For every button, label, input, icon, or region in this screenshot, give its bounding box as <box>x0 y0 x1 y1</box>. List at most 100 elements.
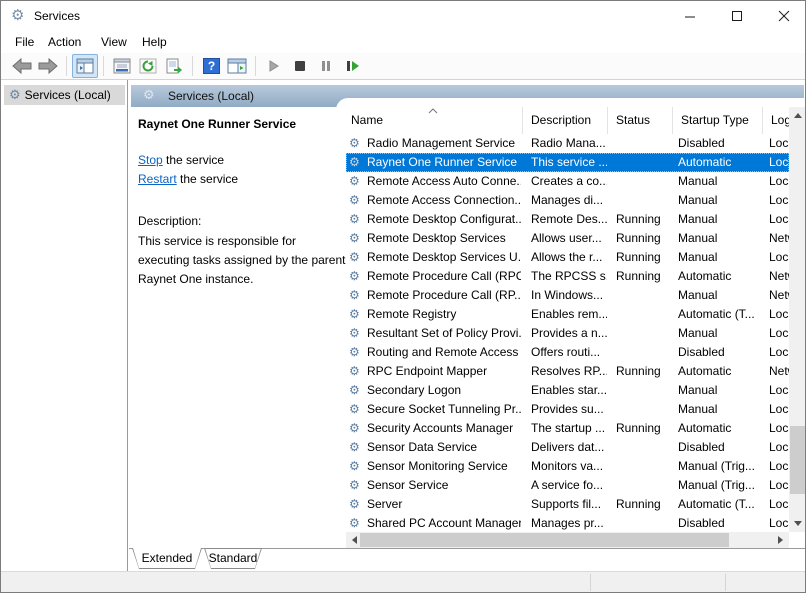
table-row[interactable]: ⚙ServerSupports fil...RunningAutomatic (… <box>346 495 789 514</box>
table-row[interactable]: ⚙Security Accounts ManagerThe startup ..… <box>346 419 789 438</box>
stop-service-link[interactable]: Stop <box>138 153 163 167</box>
table-row[interactable]: ⚙Routing and Remote AccessOffers routi..… <box>346 343 789 362</box>
show-action-pane-icon[interactable] <box>224 54 250 78</box>
maximize-button[interactable] <box>714 1 760 31</box>
export-list-icon[interactable] <box>161 54 187 78</box>
horizontal-scroll-thumb[interactable] <box>360 533 729 547</box>
service-gear-icon: ⚙ <box>349 381 360 400</box>
status-bar <box>1 571 805 592</box>
cell-log: Loca <box>769 305 789 324</box>
service-gear-icon: ⚙ <box>349 134 360 153</box>
description-label: Description: <box>138 214 201 228</box>
services-window: ⚙ Services File Action View Help <box>0 0 806 593</box>
services-gear-icon: ⚙ <box>143 88 155 103</box>
table-row[interactable]: ⚙Sensor Monitoring ServiceMonitors va...… <box>346 457 789 476</box>
show-console-tree-icon[interactable] <box>72 54 98 78</box>
start-service-icon[interactable] <box>261 54 287 78</box>
tab-extended[interactable]: Extended <box>132 548 202 569</box>
table-row[interactable]: ⚙Remote Desktop Services U...Allows the … <box>346 248 789 267</box>
table-row[interactable]: ⚙Sensor ServiceA service fo...Manual (Tr… <box>346 476 789 495</box>
table-row[interactable]: ⚙Remote Desktop Configurat...Remote Des.… <box>346 210 789 229</box>
cell-status <box>616 438 671 457</box>
table-row[interactable]: ⚙Sensor Data ServiceDelivers dat...Disab… <box>346 438 789 457</box>
cell-startup: Manual <box>678 172 762 191</box>
service-gear-icon: ⚙ <box>349 267 360 286</box>
table-row[interactable]: ⚙Secondary LogonEnables star...ManualLoc… <box>346 381 789 400</box>
cell-name: Secure Socket Tunneling Pr... <box>367 400 521 419</box>
restart-service-link[interactable]: Restart <box>138 172 177 186</box>
cell-name: Sensor Monitoring Service <box>367 457 521 476</box>
column-header-startup-type[interactable]: Startup Type <box>673 107 763 134</box>
cell-startup: Disabled <box>678 514 762 533</box>
scroll-down-icon[interactable] <box>789 515 806 532</box>
column-header-log-on-as[interactable]: Log <box>763 107 789 134</box>
cell-startup: Disabled <box>678 134 762 153</box>
table-row[interactable]: ⚙Radio Management ServiceRadio Mana...Di… <box>346 134 789 153</box>
close-button[interactable] <box>761 1 806 31</box>
column-header-description[interactable]: Description <box>523 107 608 134</box>
vertical-scrollbar[interactable] <box>789 107 806 532</box>
service-gear-icon: ⚙ <box>349 457 360 476</box>
cell-log: Netw <box>769 362 789 381</box>
cell-name: Remote Access Connection... <box>367 191 521 210</box>
stop-service-icon[interactable] <box>287 54 313 78</box>
service-gear-icon: ⚙ <box>349 191 360 210</box>
cell-status: Running <box>616 210 671 229</box>
table-row[interactable]: ⚙Shared PC Account ManagerManages pr...D… <box>346 514 789 533</box>
table-row[interactable]: ⚙Remote Desktop ServicesAllows user...Ru… <box>346 229 789 248</box>
cell-log: Loca <box>769 343 789 362</box>
scroll-right-icon[interactable] <box>772 532 789 548</box>
column-header-status[interactable]: Status <box>608 107 673 134</box>
menu-help[interactable]: Help <box>142 35 167 49</box>
table-row[interactable]: ⚙Remote Procedure Call (RP...In Windows.… <box>346 286 789 305</box>
table-row[interactable]: ⚙RPC Endpoint MapperResolves RP...Runnin… <box>346 362 789 381</box>
column-header-name[interactable]: Name <box>346 107 523 134</box>
service-gear-icon: ⚙ <box>349 153 360 172</box>
table-row[interactable]: ⚙Secure Socket Tunneling Pr...Provides s… <box>346 400 789 419</box>
cell-status <box>616 134 671 153</box>
menu-action[interactable]: Action <box>48 35 81 49</box>
tree-item-services-local[interactable]: ⚙ Services (Local) <box>4 85 125 105</box>
cell-startup: Manual <box>678 400 762 419</box>
services-gear-icon: ⚙ <box>11 6 24 24</box>
horizontal-scrollbar[interactable] <box>346 532 789 548</box>
menu-view[interactable]: View <box>101 35 127 49</box>
tab-standard[interactable]: Standard <box>204 548 262 569</box>
table-row[interactable]: ⚙Remote Access Connection...Manages di..… <box>346 191 789 210</box>
cell-log: Loca <box>769 419 789 438</box>
properties-icon[interactable] <box>109 54 135 78</box>
cell-startup: Disabled <box>678 438 762 457</box>
cell-desc: Creates a co... <box>531 172 607 191</box>
table-row[interactable]: ⚙ Remote Access Auto Conne... Creates a co… <box>346 172 789 191</box>
minimize-button[interactable] <box>667 1 713 31</box>
service-gear-icon: ⚙ <box>349 419 360 438</box>
refresh-icon[interactable] <box>135 54 161 78</box>
table-row[interactable]: ⚙Remote Procedure Call (RPC)The RPCSS s.… <box>346 267 789 286</box>
cell-status <box>616 286 671 305</box>
help-icon[interactable]: ? <box>198 54 224 78</box>
cell-name: Secondary Logon <box>367 381 521 400</box>
service-gear-icon: ⚙ <box>349 172 360 191</box>
forward-icon[interactable] <box>35 54 61 78</box>
service-gear-icon: ⚙ <box>349 514 360 533</box>
vertical-scroll-thumb[interactable] <box>790 426 805 494</box>
back-icon[interactable] <box>9 54 35 78</box>
service-gear-icon: ⚙ <box>349 324 360 343</box>
table-row[interactable]: ⚙Remote RegistryEnables rem...Automatic … <box>346 305 789 324</box>
cell-name: Remote Access Auto Conne... <box>367 172 521 191</box>
cell-log: Loca <box>769 457 789 476</box>
menu-file[interactable]: File <box>15 35 34 49</box>
cell-log: Loca <box>769 210 789 229</box>
toolbar-separator <box>255 56 256 76</box>
service-gear-icon: ⚙ <box>349 438 360 457</box>
cell-name: Sensor Data Service <box>367 438 521 457</box>
cell-log: Loca <box>769 134 789 153</box>
restart-service-icon[interactable] <box>339 54 365 78</box>
table-row[interactable]: ⚙Resultant Set of Policy Provi...Provide… <box>346 324 789 343</box>
table-row[interactable]: ⚙Raynet One Runner ServiceThis service .… <box>346 153 789 172</box>
title-bar[interactable]: ⚙ Services <box>1 1 805 31</box>
scroll-up-icon[interactable] <box>789 107 806 124</box>
cell-name: Remote Desktop Services <box>367 229 521 248</box>
cell-name: Sensor Service <box>367 476 521 495</box>
pause-service-icon[interactable] <box>313 54 339 78</box>
